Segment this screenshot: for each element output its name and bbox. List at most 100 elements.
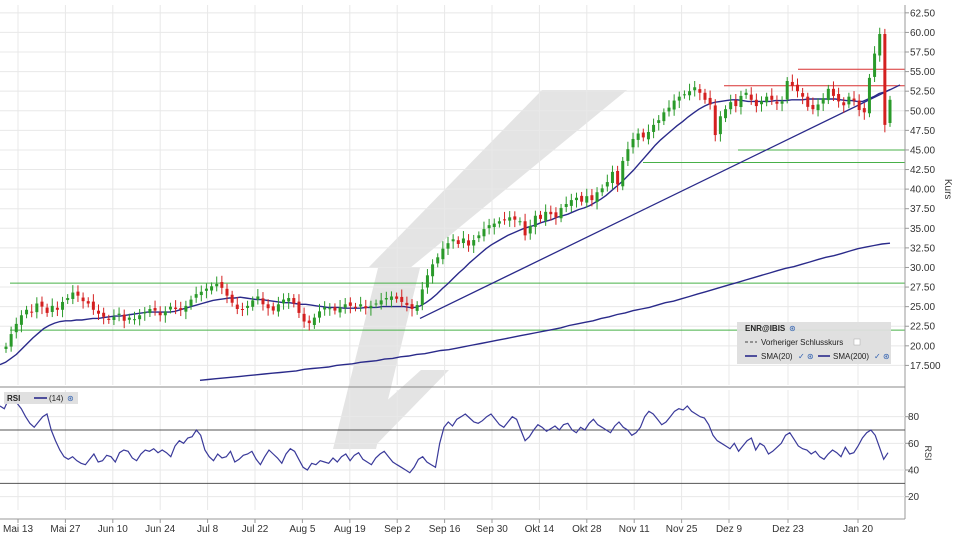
time-tick-label: Sep 2 (384, 524, 411, 535)
candle-body (842, 102, 846, 106)
candle-body (878, 33, 882, 56)
legend-info-icon[interactable]: ⊛ (789, 324, 796, 333)
candle-body (852, 98, 856, 101)
rsi-tick-label: 60 (908, 439, 920, 450)
candle-body (621, 160, 625, 187)
candle-body (569, 200, 573, 206)
candle-body (132, 319, 136, 321)
price-tick-label: 60.00 (910, 28, 935, 39)
candle-body (482, 229, 486, 237)
candle-body (508, 217, 512, 221)
candle-body (806, 96, 810, 107)
candle-body (760, 101, 764, 105)
time-tick-label: Dez 9 (716, 524, 743, 535)
candle-body (174, 307, 178, 309)
price-tick-label: 27.50 (910, 283, 935, 294)
candle-body (544, 211, 548, 221)
candle-body (492, 223, 496, 228)
legend-prev-close-checkbox[interactable] (853, 338, 861, 346)
candle-body (117, 313, 121, 315)
price-tick-label: 50.00 (910, 106, 935, 117)
price-tick-label: 42.50 (910, 165, 935, 176)
legend-title: ENR@IBIS (745, 324, 786, 333)
candle-body (97, 310, 101, 314)
rsi-tick-label: 20 (908, 492, 920, 503)
candle-body (477, 235, 481, 239)
candle-body (698, 89, 702, 93)
candle-body (220, 282, 224, 288)
time-tick-label: Mai 13 (3, 524, 33, 535)
candle-body (729, 102, 733, 110)
candle-body (14, 323, 18, 333)
candle-body (688, 91, 692, 96)
candle-body (102, 312, 106, 317)
candle-body (323, 307, 327, 310)
price-tick-label: 35.00 (910, 224, 935, 235)
candle-body (256, 296, 260, 300)
candle-body (55, 307, 59, 310)
candle-body (81, 297, 85, 302)
candle-body (564, 204, 568, 207)
candle-body (626, 149, 630, 161)
candle-body (91, 301, 95, 310)
price-tick-label: 25.00 (910, 302, 935, 313)
candle-body (549, 211, 553, 215)
candle-body (25, 309, 29, 315)
candle-body (487, 225, 491, 229)
candle-body (410, 304, 414, 309)
candle-body (713, 105, 717, 136)
price-axis-label: Kurs (942, 179, 953, 200)
candle-body (461, 238, 465, 244)
candle-body (338, 307, 342, 313)
candle-body (667, 107, 671, 112)
candle-body (528, 225, 532, 234)
candle-body (554, 212, 558, 218)
candle-body (40, 301, 44, 307)
candle-body (287, 298, 291, 302)
candle-body (816, 104, 820, 111)
candle-body (795, 84, 799, 92)
candle-body (179, 308, 183, 310)
candle-body (138, 315, 142, 320)
candle-body (45, 307, 49, 313)
price-tick-label: 20.00 (910, 341, 935, 352)
candle-body (862, 108, 866, 113)
rsi-legend-info-icon[interactable]: ⊛ (67, 394, 74, 403)
candle-body (497, 221, 501, 224)
candle-body (857, 100, 861, 110)
time-tick-label: Jun 10 (98, 524, 128, 535)
candle-body (826, 88, 830, 101)
time-tick-label: Jun 24 (145, 524, 175, 535)
candle-body (518, 221, 522, 223)
candle-body (199, 291, 203, 296)
candle-body (646, 131, 650, 140)
candle-body (539, 214, 543, 219)
candle-body (734, 100, 738, 107)
candle-body (590, 195, 594, 201)
candle-body (811, 104, 815, 110)
candle-body (292, 298, 296, 304)
candle-body (775, 101, 779, 104)
candle-body (837, 94, 841, 102)
chart-background (0, 0, 960, 540)
legend-sma200-check-icon[interactable]: ✓ ⊛ (874, 352, 890, 361)
candle-body (19, 315, 23, 325)
rsi-tick-label: 40 (908, 466, 920, 477)
time-tick-label: Sep 30 (476, 524, 508, 535)
time-tick-label: Aug 19 (334, 524, 366, 535)
candle-body (754, 99, 758, 107)
legend-sma20-check-icon[interactable]: ✓ ⊛ (798, 352, 814, 361)
time-tick-label: Jan 20 (843, 524, 873, 535)
candle-body (184, 305, 188, 312)
candle-body (395, 296, 399, 299)
candle-body (35, 303, 39, 313)
candle-body (153, 308, 157, 311)
candle-body (71, 292, 75, 299)
candle-body (631, 138, 635, 148)
candle-body (333, 307, 337, 311)
candle-body (801, 93, 805, 97)
candle-body (168, 306, 172, 310)
candle-body (585, 196, 589, 203)
candle-body (780, 101, 784, 104)
rsi-tick-label: 80 (908, 412, 920, 423)
